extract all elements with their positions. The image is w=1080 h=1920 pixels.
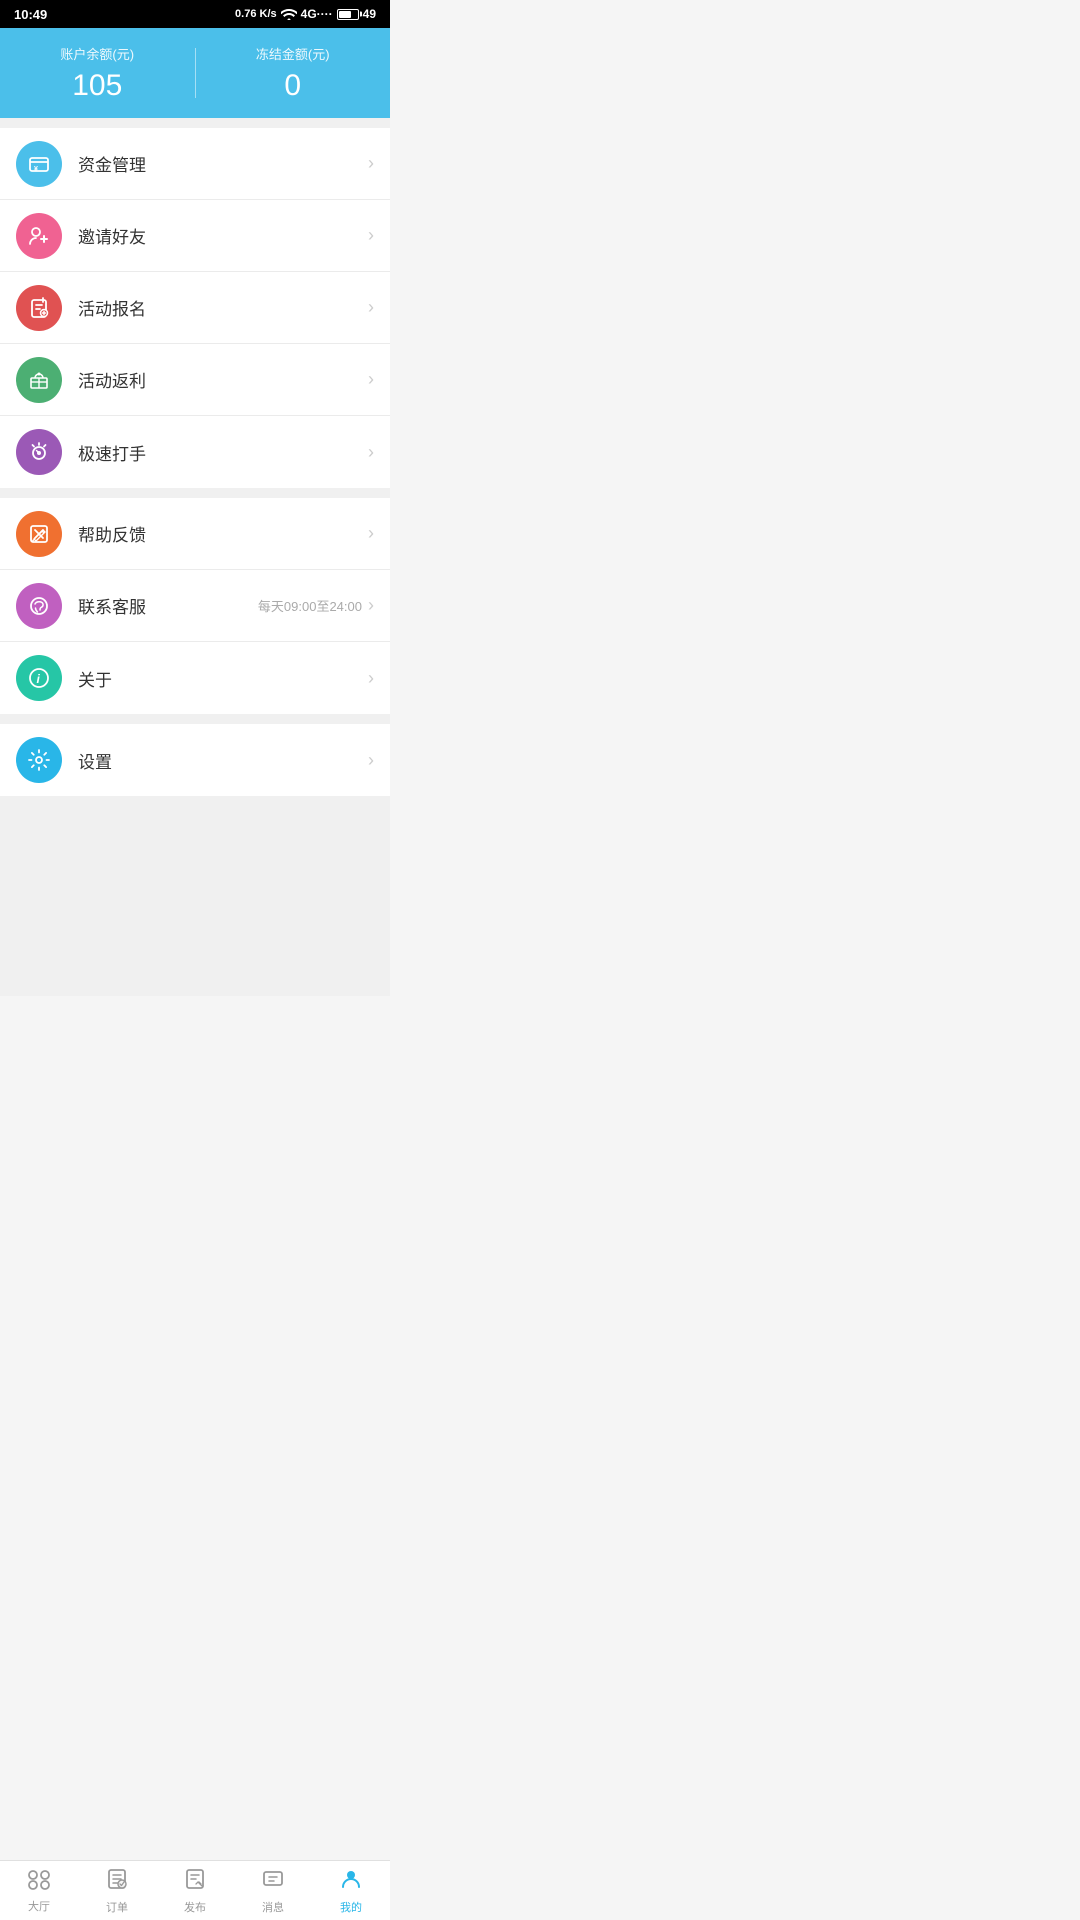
- svg-text:¥: ¥: [34, 166, 38, 173]
- invite-label: 邀请好友: [78, 223, 368, 248]
- publish-label: 发布: [184, 1899, 206, 1915]
- service-icon-wrap: [16, 583, 62, 629]
- menu-group-2: 帮助反馈 › 联系客服 每天09:00至24:00 › i 关于: [0, 498, 390, 714]
- frozen-value: 0: [284, 69, 301, 103]
- funds-icon-wrap: ¥: [16, 141, 62, 187]
- balance-label: 账户余额(元): [60, 44, 134, 63]
- balance-value: 105: [72, 69, 122, 103]
- menu-item-about[interactable]: i 关于 ›: [0, 642, 390, 714]
- register-icon: [27, 296, 51, 320]
- account-header: 账户余额(元) 105 冻结金额(元) 0: [0, 28, 390, 118]
- balance-section: 账户余额(元) 105: [0, 44, 195, 103]
- service-icon: [27, 594, 51, 618]
- frozen-section: 冻结金额(元) 0: [196, 44, 391, 103]
- svg-text:i: i: [37, 672, 41, 686]
- help-icon: [27, 522, 51, 546]
- menu-item-invite[interactable]: 邀请好友 ›: [0, 200, 390, 272]
- section-gap-1: [0, 118, 390, 128]
- about-icon-wrap: i: [16, 655, 62, 701]
- settings-label: 设置: [78, 748, 368, 773]
- hall-icon: [26, 1868, 52, 1894]
- network-type: 4G····: [301, 7, 333, 21]
- about-icon: i: [27, 666, 51, 690]
- bottom-nav: 大厅 订单 发布 消息: [0, 1860, 390, 1920]
- message-label: 消息: [262, 1899, 284, 1915]
- menu-group-3: 设置 ›: [0, 724, 390, 796]
- menu-item-rebate[interactable]: 活动返利 ›: [0, 344, 390, 416]
- register-label: 活动报名: [78, 295, 368, 320]
- frozen-label: 冻结金额(元): [256, 44, 330, 63]
- nav-item-order[interactable]: 订单: [78, 1861, 156, 1920]
- service-chevron: ›: [368, 595, 374, 616]
- menu-item-help[interactable]: 帮助反馈 ›: [0, 498, 390, 570]
- help-chevron: ›: [368, 523, 374, 544]
- status-bar: 10:49 0.76 K/s 4G···· 49: [0, 0, 390, 28]
- status-time: 10:49: [14, 7, 47, 22]
- order-icon: [105, 1867, 129, 1895]
- order-label: 订单: [106, 1899, 128, 1915]
- status-right: 0.76 K/s 4G···· 49: [235, 7, 376, 21]
- settings-icon: [27, 748, 51, 772]
- network-speed: 0.76 K/s: [235, 8, 277, 20]
- funds-label: 资金管理: [78, 151, 368, 176]
- publish-icon: [183, 1867, 207, 1895]
- about-label: 关于: [78, 666, 368, 691]
- mine-icon: [339, 1867, 363, 1895]
- hall-label: 大厅: [28, 1898, 50, 1914]
- battery-level: 49: [363, 7, 376, 21]
- register-chevron: ›: [368, 297, 374, 318]
- mine-label: 我的: [340, 1899, 362, 1915]
- funds-icon: ¥: [27, 152, 51, 176]
- about-chevron: ›: [368, 668, 374, 689]
- funds-chevron: ›: [368, 153, 374, 174]
- settings-icon-wrap: [16, 737, 62, 783]
- nav-item-message[interactable]: 消息: [234, 1861, 312, 1920]
- speed-icon: [27, 440, 51, 464]
- menu-group-1: ¥ 资金管理 › 邀请好友 ›: [0, 128, 390, 488]
- message-icon: [261, 1867, 285, 1895]
- service-hours: 每天09:00至24:00: [258, 596, 362, 615]
- invite-chevron: ›: [368, 225, 374, 246]
- rebate-label: 活动返利: [78, 367, 368, 392]
- settings-chevron: ›: [368, 750, 374, 771]
- register-icon-wrap: [16, 285, 62, 331]
- speed-label: 极速打手: [78, 440, 368, 465]
- wifi-icon: [281, 8, 297, 20]
- bottom-space: [0, 796, 390, 996]
- section-gap-2: [0, 488, 390, 498]
- speed-chevron: ›: [368, 442, 374, 463]
- battery-icon: [337, 9, 359, 20]
- rebate-icon: [27, 368, 51, 392]
- menu-item-register[interactable]: 活动报名 ›: [0, 272, 390, 344]
- invite-icon: [27, 224, 51, 248]
- nav-item-hall[interactable]: 大厅: [0, 1861, 78, 1920]
- invite-icon-wrap: [16, 213, 62, 259]
- rebate-icon-wrap: [16, 357, 62, 403]
- menu-item-service[interactable]: 联系客服 每天09:00至24:00 ›: [0, 570, 390, 642]
- nav-item-publish[interactable]: 发布: [156, 1861, 234, 1920]
- help-icon-wrap: [16, 511, 62, 557]
- nav-item-mine[interactable]: 我的: [312, 1861, 390, 1920]
- service-label: 联系客服: [78, 593, 258, 618]
- menu-item-speed[interactable]: 极速打手 ›: [0, 416, 390, 488]
- menu-item-funds[interactable]: ¥ 资金管理 ›: [0, 128, 390, 200]
- speed-icon-wrap: [16, 429, 62, 475]
- help-label: 帮助反馈: [78, 521, 368, 546]
- section-gap-3: [0, 714, 390, 724]
- menu-item-settings[interactable]: 设置 ›: [0, 724, 390, 796]
- rebate-chevron: ›: [368, 369, 374, 390]
